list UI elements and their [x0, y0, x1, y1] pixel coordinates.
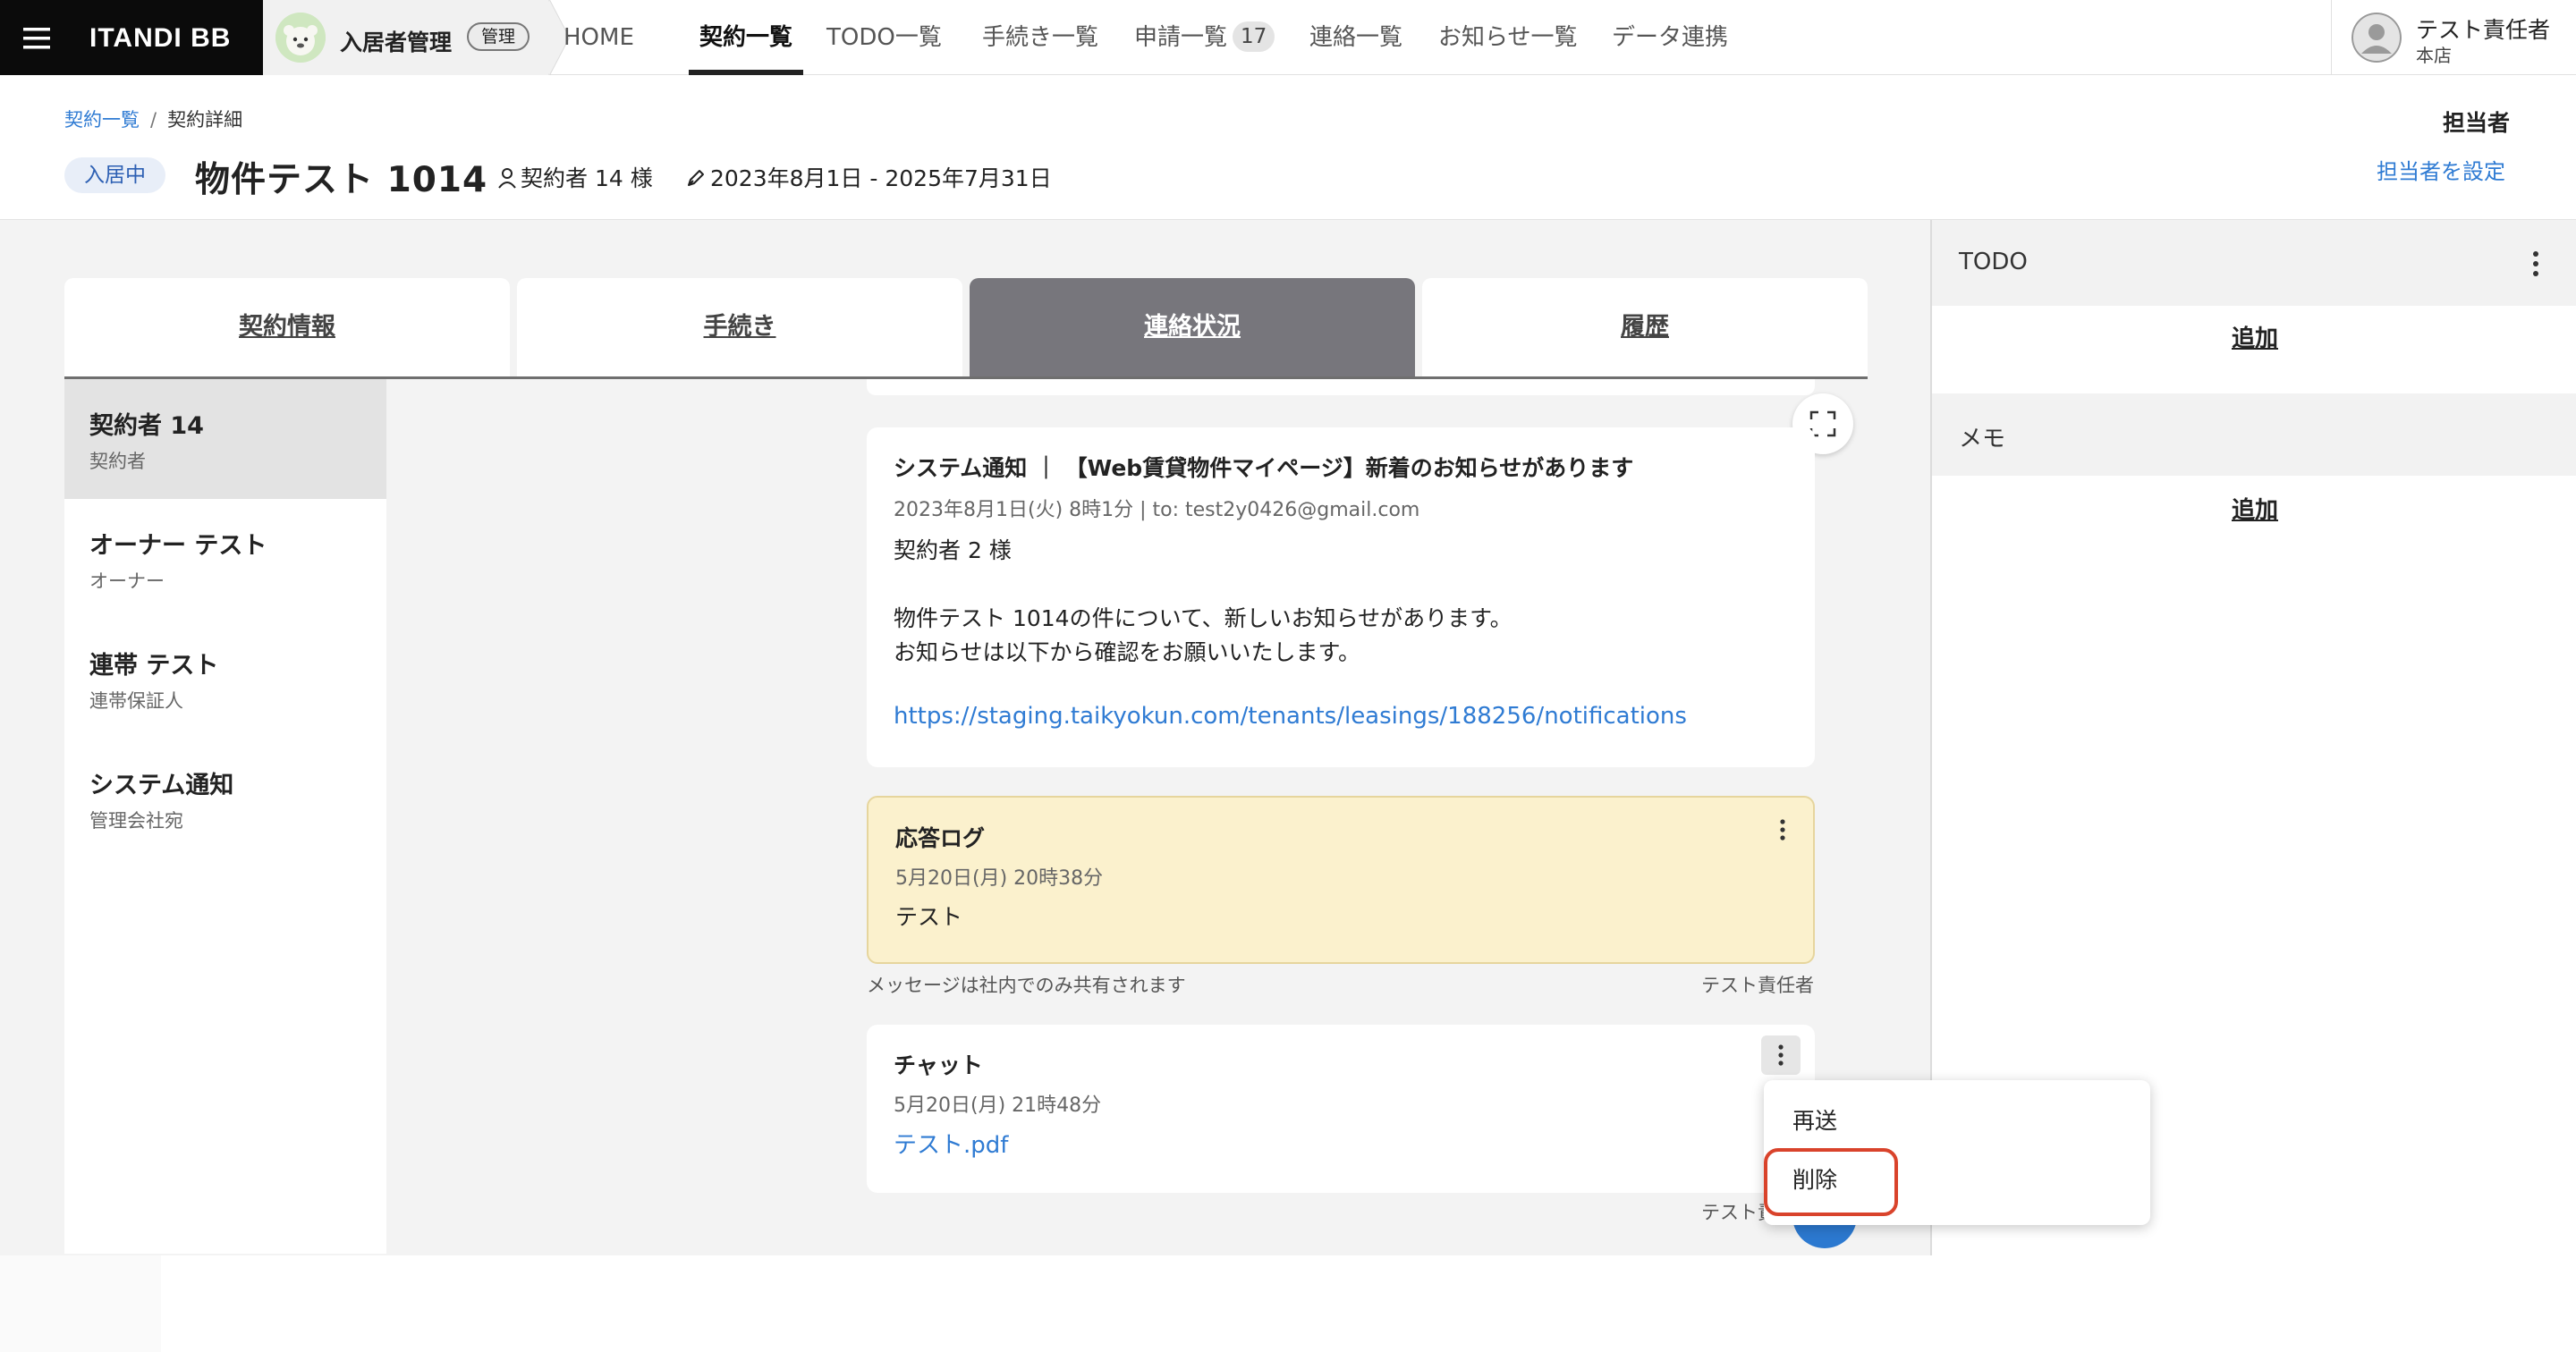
- nav-todo[interactable]: TODO一覧: [826, 0, 942, 75]
- brand-logo[interactable]: ITANDI BB: [89, 23, 231, 54]
- message-meta: 5月20日(月) 20時38分: [895, 867, 1104, 890]
- breadcrumb: 契約一覧 / 契約詳細: [64, 106, 242, 132]
- applications-count-badge: 17: [1233, 21, 1275, 52]
- nav-contacts[interactable]: 連絡一覧: [1309, 0, 1402, 75]
- brand-bar: ITANDI BB: [0, 0, 263, 75]
- memo-section-header: メモ: [1932, 393, 2576, 476]
- nav-data-integration[interactable]: データ連携: [1612, 0, 1728, 75]
- tab-contract-info[interactable]: 契約情報: [64, 278, 510, 376]
- memo-title: メモ: [1959, 426, 2006, 452]
- party-role: 連帯保証人: [89, 690, 183, 712]
- contract-term: 2023年8月1日 - 2025年7月31日: [685, 161, 1052, 193]
- response-log-card: 応答ログ 5月20日(月) 20時38分 テスト: [867, 796, 1815, 964]
- nav-procedures[interactable]: 手続き一覧: [982, 0, 1098, 75]
- party-name: オーナー テスト: [89, 532, 267, 560]
- attachment-link[interactable]: テスト.pdf: [894, 1127, 1008, 1160]
- tab-procedures[interactable]: 手続き: [517, 278, 962, 376]
- party-item-system[interactable]: システム通知 管理会社宛: [64, 739, 386, 858]
- add-memo-button[interactable]: 追加: [1932, 492, 2576, 525]
- contract-term-label: 2023年8月1日 - 2025年7月31日: [710, 165, 1052, 191]
- message-body-line: 契約者 2 様: [894, 537, 1012, 563]
- party-role: 契約者: [89, 451, 146, 472]
- notification-message-card: システム通知 ｜ 【Web賃貸物件マイページ】新着のお知らせがあります 2023…: [867, 427, 1815, 767]
- contractor-info: 契約者 14 様: [497, 161, 653, 193]
- party-name: システム通知: [89, 772, 234, 799]
- top-navigation: ITANDI BB 入居者管理 管理 HOME 契約一覧 TODO一覧 手続き一…: [0, 0, 2576, 75]
- party-name: 契約者 14: [89, 412, 204, 440]
- message-meta: 5月20日(月) 21時48分: [894, 1094, 1102, 1117]
- tab-contact-status[interactable]: 連絡状況: [970, 278, 1415, 376]
- party-list: 契約者 14 契約者 オーナー テスト オーナー 連帯 テスト 連帯保証人 シス…: [64, 379, 386, 1254]
- set-assignee-link[interactable]: 担当者を設定: [2377, 154, 2505, 185]
- message-author: テスト責任者: [1701, 975, 1814, 996]
- todo-section-header: TODO: [1932, 220, 2576, 306]
- breadcrumb-current: 契約詳細: [167, 109, 243, 131]
- message-thread[interactable]: システム通知 ｜ 【Web賃貸物件マイページ】新着のお知らせがあります 2023…: [386, 379, 1868, 1254]
- user-name: テスト責任者: [2416, 17, 2551, 43]
- previous-message-card: [867, 379, 1815, 395]
- nav-applications[interactable]: 申請一覧 17: [1134, 0, 1275, 75]
- nav-notices[interactable]: お知らせ一覧: [1438, 0, 1577, 75]
- person-icon: [498, 168, 516, 189]
- nav-home[interactable]: HOME: [564, 0, 634, 75]
- menu-label: 再送: [1792, 1108, 1838, 1134]
- menu-item-resend[interactable]: 再送: [1764, 1091, 2150, 1148]
- status-badge: 入居中: [64, 157, 165, 193]
- todo-title: TODO: [1959, 249, 2028, 275]
- page-footer-left: [0, 1255, 161, 1352]
- party-item-owner[interactable]: オーナー テスト オーナー: [64, 499, 386, 619]
- message-body-line: お知らせは以下から確認をお願いいたします。: [894, 639, 1361, 665]
- app-name: 入居者管理: [340, 30, 453, 55]
- mascot-icon: [275, 13, 326, 63]
- party-name: 連帯 テスト: [89, 652, 219, 680]
- party-item-guarantor[interactable]: 連帯 テスト 連帯保証人: [64, 619, 386, 739]
- message-meta: 2023年8月1日(火) 8時1分 | to: test2y0426@gmail…: [894, 499, 1420, 521]
- menu-icon[interactable]: [18, 20, 54, 55]
- pen-icon: [688, 170, 704, 186]
- party-role: 管理会社宛: [89, 810, 183, 832]
- app-role-badge: 管理: [467, 22, 530, 51]
- more-vertical-icon[interactable]: [2522, 249, 2549, 279]
- add-todo-button[interactable]: 追加: [1932, 320, 2576, 353]
- user-branch: 本店: [2416, 45, 2452, 66]
- nav-contracts[interactable]: 契約一覧: [688, 0, 804, 75]
- message-title: チャット: [894, 1052, 983, 1078]
- user-menu[interactable]: テスト責任者 本店: [2331, 0, 2576, 75]
- contractor-label: 契約者 14 様: [521, 165, 653, 191]
- breadcrumb-contract-list[interactable]: 契約一覧: [64, 109, 140, 131]
- message-title: 応答ログ: [895, 825, 986, 851]
- nav-applications-label: 申請一覧: [1134, 24, 1228, 51]
- party-role: オーナー: [89, 570, 165, 592]
- notification-link[interactable]: https://staging.taikyokun.com/tenants/le…: [894, 703, 1687, 730]
- app-switcher[interactable]: 入居者管理 管理: [263, 0, 570, 75]
- page-header: 契約一覧 / 契約詳細 入居中 物件テスト 1014 契約者 14 様 2023年8…: [0, 75, 2576, 220]
- contract-tabs: 契約情報 手続き 連絡状況 履歴: [64, 278, 1868, 378]
- page-footer-area: [0, 1255, 2576, 1352]
- breadcrumb-separator: /: [150, 109, 157, 131]
- more-vertical-icon[interactable]: [1761, 1035, 1801, 1075]
- message-title: システム通知 ｜ 【Web賃貸物件マイページ】新着のお知らせがあります: [894, 455, 1634, 481]
- party-item-contractor[interactable]: 契約者 14 契約者: [64, 379, 386, 499]
- page-title: 物件テスト 1014: [195, 160, 488, 200]
- message-body: テスト: [895, 904, 963, 930]
- message-body-line: 物件テスト 1014の件について、新しいお知らせがあります。: [894, 605, 1513, 631]
- internal-share-note: メッセージは社内でのみ共有されます: [867, 975, 1186, 996]
- person-icon: [2351, 13, 2402, 63]
- more-vertical-icon[interactable]: [1763, 810, 1802, 849]
- delete-highlight-outline: [1764, 1148, 1898, 1216]
- chat-message-card: チャット 5月20日(月) 21時48分 テスト.pdf: [867, 1025, 1815, 1193]
- tab-history[interactable]: 履歴: [1422, 278, 1868, 376]
- assignee-heading: 担当者: [2443, 110, 2511, 136]
